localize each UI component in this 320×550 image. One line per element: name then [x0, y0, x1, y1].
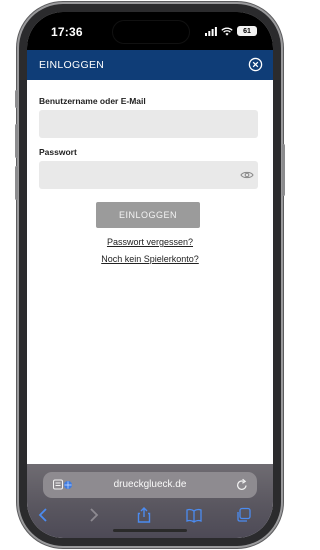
- phone-screen: 17:36 61 EINLOGGEN Benutzername oder E-M…: [27, 12, 273, 538]
- status-icons: 61: [205, 26, 257, 36]
- phone-frame: 17:36 61 EINLOGGEN Benutzername oder E-M…: [15, 4, 285, 546]
- wifi-icon: [221, 27, 233, 36]
- password-input[interactable]: [39, 161, 258, 189]
- volume-down-button: [15, 166, 18, 200]
- forgot-password-link[interactable]: Passwort vergessen?: [27, 237, 273, 247]
- browser-bar: drueckglueck.de: [27, 464, 273, 538]
- username-label: Benutzername oder E-Mail: [39, 96, 146, 106]
- login-button[interactable]: EINLOGGEN: [96, 202, 200, 228]
- address-bar[interactable]: drueckglueck.de: [43, 472, 257, 498]
- username-input[interactable]: [39, 110, 258, 138]
- mute-switch: [15, 90, 18, 108]
- back-icon[interactable]: [35, 506, 53, 524]
- status-time: 17:36: [51, 25, 83, 39]
- home-indicator: [113, 529, 187, 532]
- reload-icon[interactable]: [236, 478, 248, 491]
- eye-icon[interactable]: [240, 170, 254, 180]
- bookmarks-icon[interactable]: [185, 506, 203, 524]
- battery-icon: 61: [237, 26, 257, 36]
- create-account-link[interactable]: Noch kein Spielerkonto?: [27, 254, 273, 264]
- power-button: [282, 144, 285, 196]
- url-text: drueckglueck.de: [113, 479, 187, 490]
- login-header: EINLOGGEN: [27, 50, 273, 80]
- tabs-icon[interactable]: [235, 506, 253, 524]
- forward-icon[interactable]: [84, 506, 102, 524]
- volume-up-button: [15, 124, 18, 158]
- screenshot-stage: 17:36 61 EINLOGGEN Benutzername oder E-M…: [0, 0, 300, 550]
- password-label: Passwort: [39, 147, 77, 157]
- header-title: EINLOGGEN: [39, 59, 105, 71]
- dynamic-island: [113, 21, 189, 43]
- browser-toolbar: [27, 504, 273, 528]
- status-bar: 17:36 61: [27, 12, 273, 50]
- share-icon[interactable]: [135, 506, 153, 524]
- close-icon[interactable]: [248, 57, 263, 72]
- cellular-signal-icon: [205, 26, 217, 36]
